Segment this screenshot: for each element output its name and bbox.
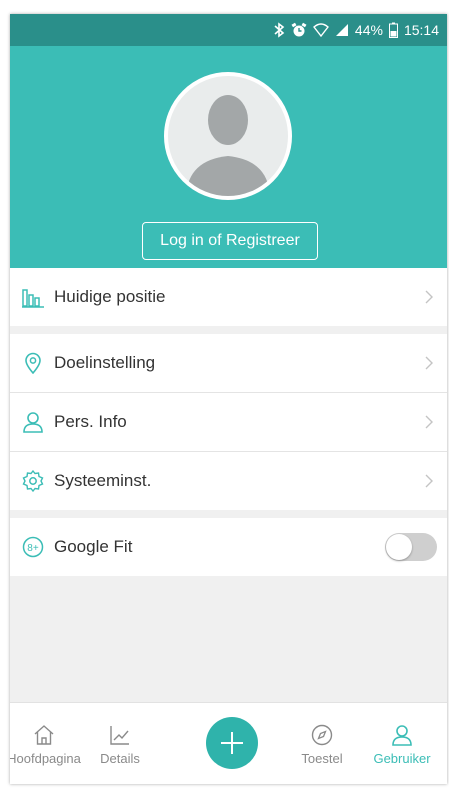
login-register-button[interactable]: Log in of Registreer [142, 222, 318, 260]
tab-home[interactable]: Hoofdpagina [10, 723, 84, 766]
chevron-right-icon [423, 473, 435, 489]
gear-icon [22, 470, 44, 492]
tab-user[interactable]: Gebruiker [362, 723, 442, 766]
menu-item-label: Google Fit [54, 537, 133, 556]
person-silhouette-icon [186, 95, 270, 196]
person-icon [390, 723, 414, 747]
menu-item-label: Systeeminst. [54, 471, 152, 490]
wifi-icon [312, 23, 329, 37]
compass-icon [310, 723, 334, 747]
battery-percent: 44% [354, 22, 383, 38]
alarm-icon [291, 22, 307, 38]
menu-item-personal-info[interactable]: Pers. Info [10, 393, 447, 451]
menu-item-goal-setting[interactable]: Doelinstelling [10, 334, 447, 392]
chevron-right-icon [423, 289, 435, 305]
home-icon [32, 723, 56, 747]
app-screen: 44% 15:14 Log in of Registreer Huidige p… [10, 14, 447, 784]
tab-device[interactable]: Toestel [282, 723, 362, 766]
menu-item-google-fit: 8+ Google Fit [10, 518, 447, 576]
person-icon [22, 411, 44, 433]
clock: 15:14 [403, 22, 439, 38]
toggle-knob [386, 534, 412, 560]
tab-label: Gebruiker [373, 751, 431, 766]
tab-label: Details [100, 751, 140, 766]
menu-item-system-settings[interactable]: Systeeminst. [10, 452, 447, 510]
profile-header: Log in of Registreer [10, 46, 447, 268]
chevron-right-icon [423, 414, 435, 430]
battery-icon [388, 22, 398, 38]
signal-icon [335, 23, 349, 37]
status-bar: 44% 15:14 [10, 14, 447, 46]
tab-details[interactable]: Details [80, 723, 160, 766]
svg-text:8+: 8+ [27, 543, 39, 554]
google-fit-icon: 8+ [22, 536, 44, 558]
tab-label: Toestel [301, 751, 343, 766]
location-pin-icon [22, 352, 44, 374]
avatar[interactable] [164, 72, 292, 200]
menu-item-current-position[interactable]: Huidige positie [10, 268, 447, 326]
bottom-tab-bar: Hoofdpagina Details Toestel Gebruiker [10, 702, 447, 784]
google-fit-toggle[interactable] [385, 533, 437, 561]
menu-item-label: Doelinstelling [54, 353, 156, 372]
chevron-right-icon [423, 355, 435, 371]
tab-label: Hoofdpagina [10, 751, 81, 766]
bar-chart-icon [22, 286, 44, 308]
menu-item-label: Huidige positie [54, 287, 166, 306]
menu-item-label: Pers. Info [54, 412, 127, 431]
add-button[interactable] [206, 717, 258, 769]
line-chart-icon [108, 723, 132, 747]
bluetooth-icon [273, 22, 285, 38]
plus-icon [221, 732, 243, 754]
